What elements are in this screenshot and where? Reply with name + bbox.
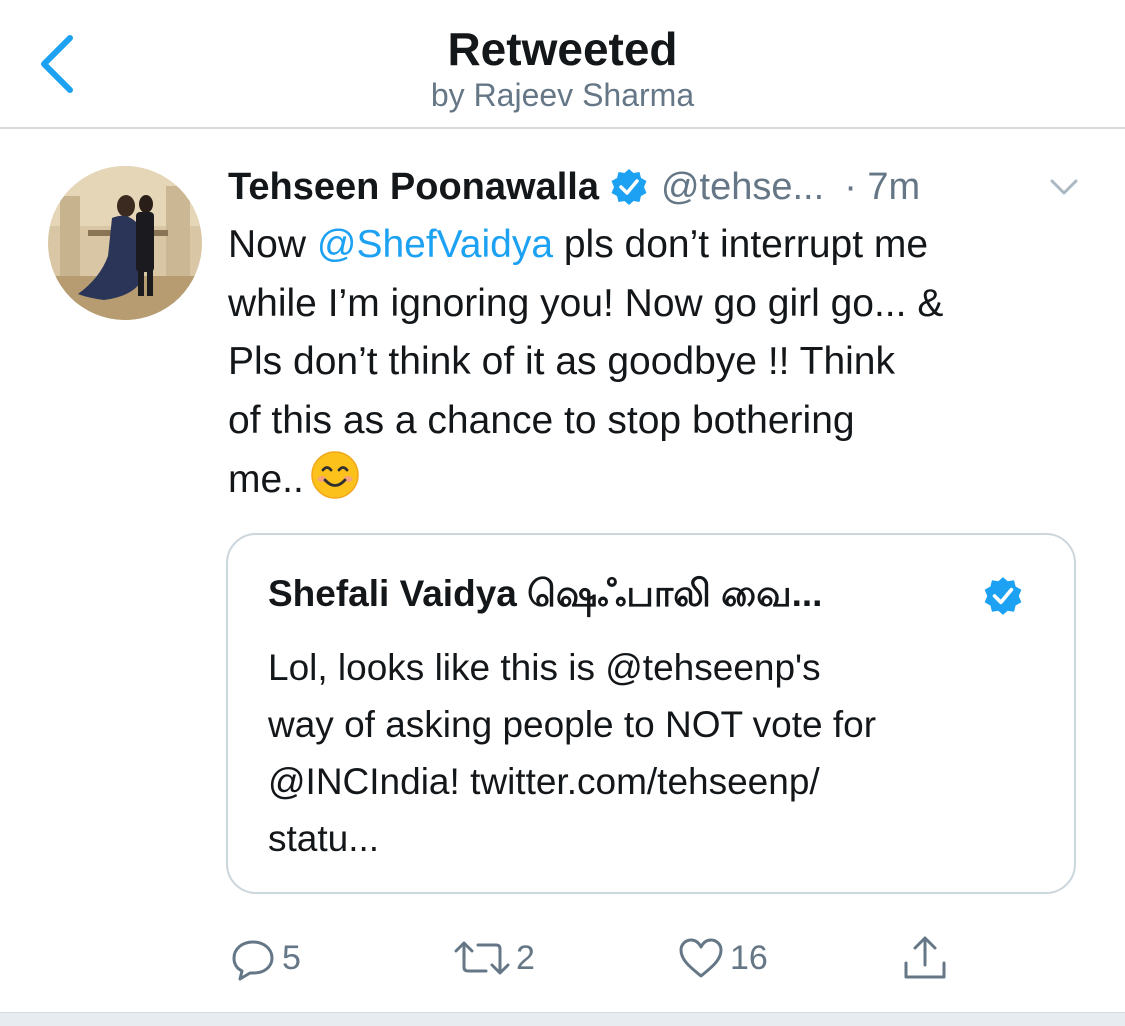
quoted-text-line: @INCIndia! twitter.com/tehseenp/	[268, 761, 820, 802]
reply-icon	[232, 940, 274, 981]
smiling-face-emoji	[311, 451, 359, 499]
quoted-tweet-card[interactable]: Shefali Vaidya ஷெஃபாலி வை... Lol, looks …	[226, 533, 1076, 894]
avatar-photo	[48, 166, 202, 320]
header-bar: Retweeted by Rajeev Sharma	[0, 0, 1125, 129]
quoted-text-line: way of asking people to NOT vote for	[268, 704, 877, 745]
tweet-actions: 5 2 16	[0, 928, 1125, 988]
verified-badge-icon	[611, 169, 647, 205]
mention-link[interactable]: @ShefVaidya	[317, 223, 553, 266]
like-count: 16	[730, 938, 768, 977]
retweeted-by-label: by Rajeev Sharma	[430, 77, 695, 113]
quoted-text-line: statu...	[268, 818, 380, 859]
reply-count: 5	[282, 938, 301, 977]
share-button[interactable]	[900, 928, 950, 988]
tweet-text-line: Pls don’t think of it as goodbye !! Thin…	[228, 340, 895, 383]
avatar[interactable]	[48, 166, 202, 320]
share-icon	[904, 936, 946, 979]
heart-icon	[679, 938, 723, 978]
tweet-text-line: while I’m ignoring you! Now go girl go..…	[228, 281, 944, 325]
like-button[interactable]: 16	[676, 928, 768, 988]
reply-button[interactable]: 5	[228, 928, 301, 988]
author-name[interactable]: Tehseen Poonawalla	[228, 166, 599, 209]
retweet-icon	[454, 941, 510, 975]
retweet-button[interactable]: 2	[452, 928, 535, 988]
chevron-down-icon[interactable]	[1046, 172, 1082, 202]
quoted-author-name: Shefali Vaidya ஷெஃபாலி வை...	[268, 573, 823, 614]
divider	[0, 1012, 1125, 1026]
tweet-text: Now @ShefVaidya pls don’t interrupt me w…	[228, 216, 1098, 510]
tweet-text-line: me..	[228, 450, 1098, 510]
quoted-tweet-text: Lol, looks like this is @tehseenp's way …	[268, 639, 1058, 867]
retweet-count: 2	[516, 938, 535, 977]
tweet-text-line: Now @ShefVaidya pls don’t interrupt me	[228, 223, 929, 266]
quoted-text-line: Lol, looks like this is @tehseenp's	[268, 647, 821, 688]
tweet-timestamp: · 7m	[844, 165, 921, 208]
tweet-text-line: of this as a chance to stop bothering	[228, 398, 855, 442]
verified-badge-icon	[984, 577, 1022, 615]
tweet-meta: Tehseen Poonawalla @tehse... · 7m	[228, 162, 920, 212]
author-handle[interactable]: @tehse...	[661, 166, 824, 209]
page-title: Retweeted	[447, 23, 678, 75]
